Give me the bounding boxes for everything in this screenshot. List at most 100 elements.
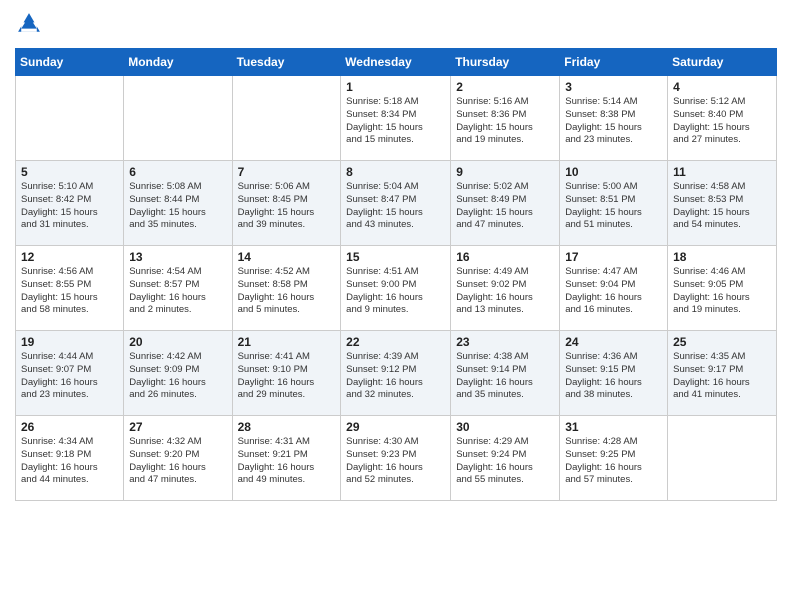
weekday-tuesday: Tuesday [232,49,341,76]
day-cell: 22 Sunrise: 4:39 AM Sunset: 9:12 PM Dayli… [341,331,451,416]
day-cell: 13Sunrise: 4:54 AM Sunset: 8:57 PM Dayli… [124,246,232,331]
day-cell: 4 Sunrise: 5:12 AM Sunset: 8:40 PM Daylig… [668,76,777,161]
day-cell: 31Sunrise: 4:28 AM Sunset: 9:25 PM Dayli… [560,416,668,501]
day-info: Sunrise: 4:39 AM Sunset: 9:12 PM Dayligh… [346,351,445,402]
day-number: 1 [346,80,445,94]
day-number: 25 [673,335,771,349]
day-number: 24 [565,335,662,349]
day-number: 11 [673,165,771,179]
day-info: Sunrise: 4:51 AM Sunset: 9:00 PM Dayligh… [346,266,445,317]
weekday-header-row: SundayMondayTuesdayWednesdayThursdayFrid… [16,49,777,76]
day-number: 17 [565,250,662,264]
day-info: Sunrise: 4:30 AM Sunset: 9:23 PM Dayligh… [346,436,445,487]
day-cell: 10 Sunrise: 5:00 AM Sunset: 8:51 PM Dayli… [560,161,668,246]
header [15,10,777,38]
day-cell: 18Sunrise: 4:46 AM Sunset: 9:05 PM Dayli… [668,246,777,331]
day-cell: 16 Sunrise: 4:49 AM Sunset: 9:02 PM Dayli… [451,246,560,331]
day-number: 22 [346,335,445,349]
day-cell: 8 Sunrise: 5:04 AM Sunset: 8:47 PM Daylig… [341,161,451,246]
day-cell: 3 Sunrise: 5:14 AM Sunset: 8:38 PM Daylig… [560,76,668,161]
weekday-friday: Friday [560,49,668,76]
day-info: Sunrise: 4:56 AM Sunset: 8:55 PM Dayligh… [21,266,118,317]
day-cell [124,76,232,161]
day-cell: 15 Sunrise: 4:51 AM Sunset: 9:00 PM Dayli… [341,246,451,331]
day-cell: 2 Sunrise: 5:16 AM Sunset: 8:36 PM Daylig… [451,76,560,161]
week-row-1: 1 Sunrise: 5:18 AM Sunset: 8:34 PM Daylig… [16,76,777,161]
day-number: 28 [238,420,336,434]
day-cell: 24 Sunrise: 4:36 AM Sunset: 9:15 PM Dayli… [560,331,668,416]
day-cell: 26 Sunrise: 4:34 AM Sunset: 9:18 PM Dayli… [16,416,124,501]
day-info: Sunrise: 4:41 AM Sunset: 9:10 PM Dayligh… [238,351,336,402]
day-cell: 12 Sunrise: 4:56 AM Sunset: 8:55 PM Dayli… [16,246,124,331]
day-info: Sunrise: 5:08 AM Sunset: 8:44 PM Dayligh… [129,181,226,232]
day-number: 26 [21,420,118,434]
weekday-thursday: Thursday [451,49,560,76]
day-info: Sunrise: 4:38 AM Sunset: 9:14 PM Dayligh… [456,351,554,402]
day-cell: 7 Sunrise: 5:06 AM Sunset: 8:45 PM Daylig… [232,161,341,246]
logo [15,10,47,38]
day-number: 15 [346,250,445,264]
weekday-monday: Monday [124,49,232,76]
day-number: 12 [21,250,118,264]
day-cell: 27 Sunrise: 4:32 AM Sunset: 9:20 PM Dayli… [124,416,232,501]
day-number: 6 [129,165,226,179]
day-number: 4 [673,80,771,94]
day-info: Sunrise: 4:36 AM Sunset: 9:15 PM Dayligh… [565,351,662,402]
day-number: 14 [238,250,336,264]
day-number: 19 [21,335,118,349]
day-info: Sunrise: 5:12 AM Sunset: 8:40 PM Dayligh… [673,96,771,147]
day-cell: 28Sunrise: 4:31 AM Sunset: 9:21 PM Dayli… [232,416,341,501]
day-info: Sunrise: 4:42 AM Sunset: 9:09 PM Dayligh… [129,351,226,402]
day-info: Sunrise: 5:04 AM Sunset: 8:47 PM Dayligh… [346,181,445,232]
day-number: 27 [129,420,226,434]
day-info: Sunrise: 4:49 AM Sunset: 9:02 PM Dayligh… [456,266,554,317]
day-number: 23 [456,335,554,349]
day-cell: 20 Sunrise: 4:42 AM Sunset: 9:09 PM Dayli… [124,331,232,416]
page: SundayMondayTuesdayWednesdayThursdayFrid… [0,0,792,612]
day-info: Sunrise: 4:44 AM Sunset: 9:07 PM Dayligh… [21,351,118,402]
day-number: 18 [673,250,771,264]
day-cell [668,416,777,501]
day-cell: 30 Sunrise: 4:29 AM Sunset: 9:24 PM Dayli… [451,416,560,501]
day-info: Sunrise: 5:10 AM Sunset: 8:42 PM Dayligh… [21,181,118,232]
day-info: Sunrise: 5:14 AM Sunset: 8:38 PM Dayligh… [565,96,662,147]
day-info: Sunrise: 4:52 AM Sunset: 8:58 PM Dayligh… [238,266,336,317]
day-info: Sunrise: 5:06 AM Sunset: 8:45 PM Dayligh… [238,181,336,232]
day-cell: 11Sunrise: 4:58 AM Sunset: 8:53 PM Dayli… [668,161,777,246]
day-cell: 29 Sunrise: 4:30 AM Sunset: 9:23 PM Dayli… [341,416,451,501]
day-info: Sunrise: 4:29 AM Sunset: 9:24 PM Dayligh… [456,436,554,487]
day-info: Sunrise: 4:32 AM Sunset: 9:20 PM Dayligh… [129,436,226,487]
day-info: Sunrise: 5:16 AM Sunset: 8:36 PM Dayligh… [456,96,554,147]
day-cell: 21Sunrise: 4:41 AM Sunset: 9:10 PM Dayli… [232,331,341,416]
day-cell [16,76,124,161]
day-cell: 9 Sunrise: 5:02 AM Sunset: 8:49 PM Daylig… [451,161,560,246]
day-number: 3 [565,80,662,94]
day-info: Sunrise: 4:34 AM Sunset: 9:18 PM Dayligh… [21,436,118,487]
weekday-saturday: Saturday [668,49,777,76]
day-number: 29 [346,420,445,434]
week-row-2: 5 Sunrise: 5:10 AM Sunset: 8:42 PM Daylig… [16,161,777,246]
day-number: 8 [346,165,445,179]
day-number: 2 [456,80,554,94]
day-number: 9 [456,165,554,179]
day-number: 10 [565,165,662,179]
day-info: Sunrise: 5:02 AM Sunset: 8:49 PM Dayligh… [456,181,554,232]
day-number: 20 [129,335,226,349]
day-number: 16 [456,250,554,264]
day-cell: 14 Sunrise: 4:52 AM Sunset: 8:58 PM Dayli… [232,246,341,331]
day-number: 13 [129,250,226,264]
day-number: 30 [456,420,554,434]
week-row-5: 26 Sunrise: 4:34 AM Sunset: 9:18 PM Dayli… [16,416,777,501]
day-cell: 23 Sunrise: 4:38 AM Sunset: 9:14 PM Dayli… [451,331,560,416]
weekday-sunday: Sunday [16,49,124,76]
day-cell: 19 Sunrise: 4:44 AM Sunset: 9:07 PM Dayli… [16,331,124,416]
day-number: 7 [238,165,336,179]
day-info: Sunrise: 5:18 AM Sunset: 8:34 PM Dayligh… [346,96,445,147]
day-info: Sunrise: 5:00 AM Sunset: 8:51 PM Dayligh… [565,181,662,232]
weekday-wednesday: Wednesday [341,49,451,76]
day-info: Sunrise: 4:35 AM Sunset: 9:17 PM Dayligh… [673,351,771,402]
day-number: 5 [21,165,118,179]
week-row-4: 19 Sunrise: 4:44 AM Sunset: 9:07 PM Dayli… [16,331,777,416]
day-cell [232,76,341,161]
day-cell: 5 Sunrise: 5:10 AM Sunset: 8:42 PM Daylig… [16,161,124,246]
